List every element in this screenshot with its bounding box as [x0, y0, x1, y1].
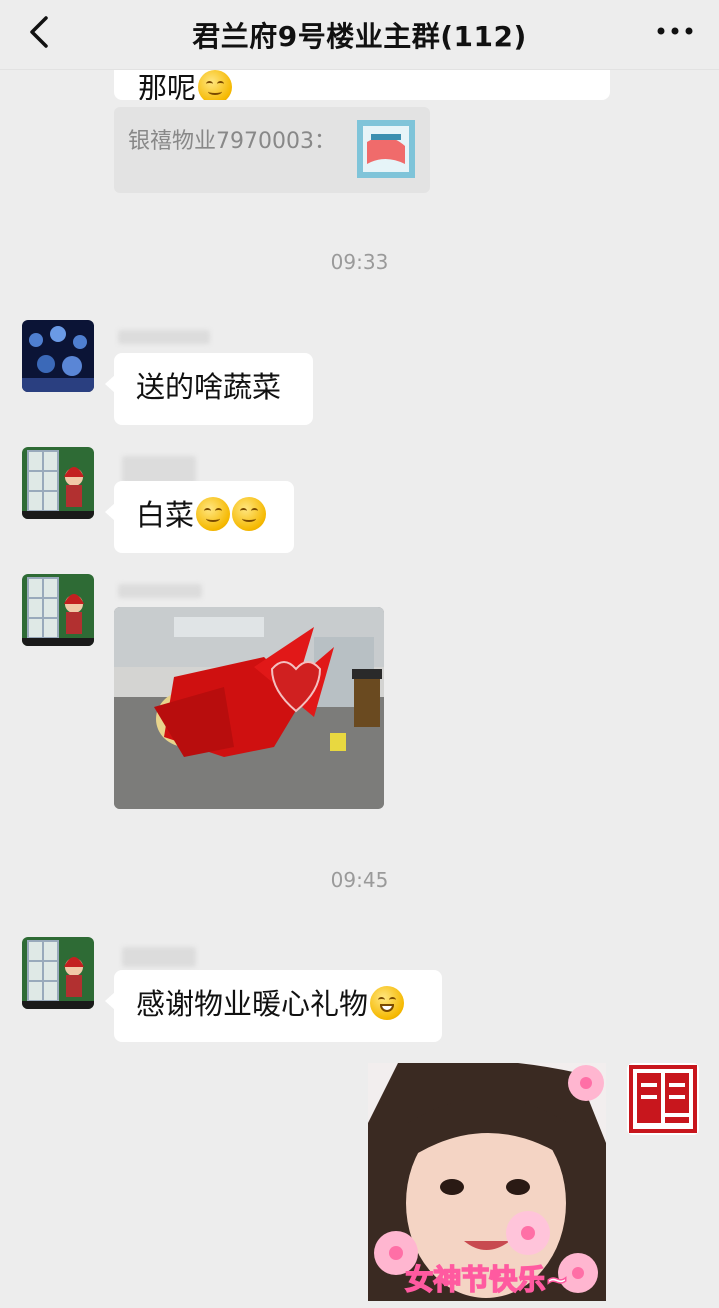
timestamp: 09:33 — [330, 250, 389, 274]
bubble-tail — [105, 992, 115, 1010]
quoted-message[interactable]: 银禧物业7970003： — [114, 107, 430, 193]
quoted-image-thumbnail[interactable] — [357, 120, 415, 178]
message-text-partial: 那呢 — [138, 71, 197, 100]
smile-emoji-icon — [232, 497, 267, 531]
message-bubble[interactable]: 送的啥蔬菜 — [105, 353, 313, 425]
avatar-self-seal-logo[interactable] — [627, 1063, 699, 1135]
quote-sender-text: 银禧物业7970003： — [128, 129, 336, 154]
bubble-tail — [105, 503, 115, 521]
avatar-user2[interactable] — [22, 574, 94, 646]
sender-nickname-blurred — [122, 456, 196, 484]
sender-nickname-blurred — [122, 947, 196, 967]
message-bubble[interactable]: 白菜 — [105, 481, 294, 553]
smile-emoji-icon — [198, 70, 233, 100]
avatar-user2[interactable] — [22, 937, 94, 1009]
sender-nickname-blurred — [118, 330, 210, 344]
chat-title: 君兰府9号楼业主群(112) — [192, 19, 527, 53]
smile-emoji-icon — [196, 497, 231, 531]
message-bubble[interactable]: 感谢物业暖心礼物 — [105, 970, 442, 1042]
bubble-tail — [105, 375, 115, 393]
avatar-user1[interactable] — [22, 320, 94, 392]
message-text: 送的啥蔬菜 — [136, 370, 282, 404]
sticker-caption: 女神节快乐~ — [405, 1263, 568, 1296]
back-chevron-icon[interactable] — [22, 12, 56, 52]
more-options-icon[interactable] — [653, 16, 697, 46]
message-image-gift[interactable] — [114, 607, 384, 809]
timestamp: 09:45 — [330, 868, 389, 892]
chat-header: 君兰府9号楼业主群(112) — [0, 0, 719, 70]
message-text: 感谢物业暖心礼物 — [136, 987, 369, 1021]
grin-emoji-icon — [370, 986, 405, 1020]
sender-nickname-blurred — [118, 584, 202, 598]
avatar-user2[interactable] — [22, 447, 94, 519]
message-text: 白菜 — [136, 498, 195, 532]
sticker-image[interactable]: 女神节快乐~ — [368, 1063, 606, 1301]
